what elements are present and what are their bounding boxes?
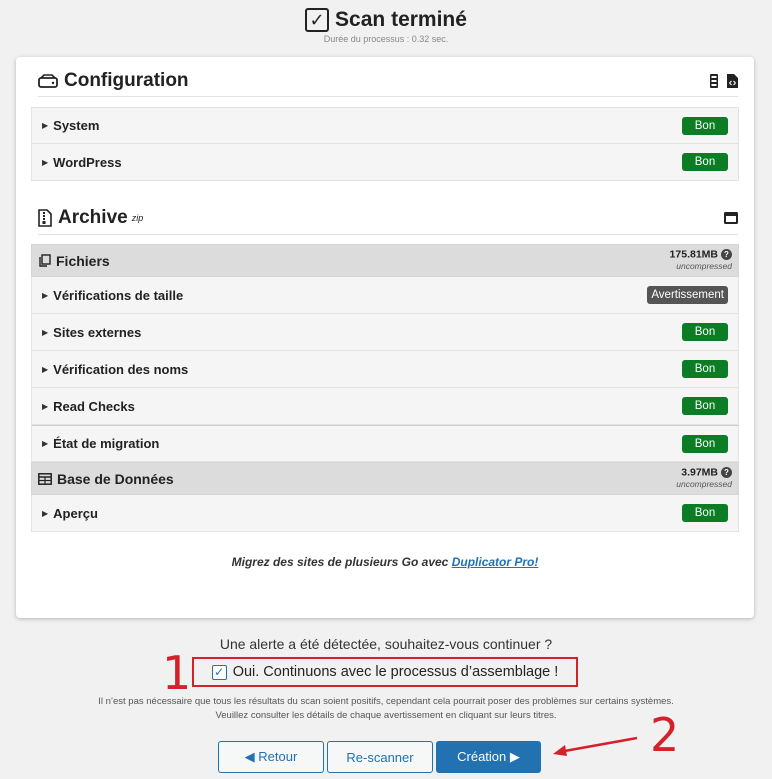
database-size-note: uncompressed bbox=[676, 478, 732, 489]
archive-rows: Fichiers 175.81MB? uncompressed ▶ Vérific… bbox=[31, 244, 739, 532]
database-title: Base de Données bbox=[57, 470, 174, 487]
caret-right-icon: ▶ bbox=[42, 290, 49, 300]
files-size-note: uncompressed bbox=[676, 260, 732, 271]
caret-right-icon: ▶ bbox=[42, 121, 49, 130]
archive-box-icon[interactable] bbox=[724, 211, 738, 224]
alert-note-line-1: Il n’est pas nécessaire que tous les rés… bbox=[98, 696, 674, 707]
annotation-number-2: 2 bbox=[650, 708, 680, 762]
archive-format: zip bbox=[131, 212, 144, 223]
caret-right-icon: ▶ bbox=[42, 508, 49, 518]
row-label: System bbox=[53, 118, 100, 133]
row-label: WordPress bbox=[53, 154, 122, 170]
promo-text: Migrez des sites de plusieurs Go avec bbox=[231, 555, 452, 569]
caret-right-icon: ▶ bbox=[42, 401, 49, 411]
caret-right-icon: ▶ bbox=[42, 364, 49, 374]
server-icon[interactable] bbox=[709, 73, 719, 88]
archive-header: Archive zip bbox=[38, 201, 738, 235]
checkbox-checked-icon[interactable]: ✓ bbox=[211, 664, 227, 680]
row-label: État de migration bbox=[53, 436, 160, 451]
status-badge: Bon bbox=[682, 116, 728, 135]
confirm-label[interactable]: Oui. Continuons avec le processus d’asse… bbox=[233, 664, 559, 680]
file-code-icon[interactable] bbox=[727, 73, 738, 88]
alert-question: Une alerte a été détectée, souhaitez-vou… bbox=[219, 636, 553, 652]
help-icon[interactable]: ? bbox=[721, 467, 732, 479]
config-row-wordpress[interactable]: ▶ WordPress Bon bbox=[31, 144, 739, 181]
configuration-header: Configuration bbox=[38, 65, 738, 97]
annotation-number-1: 1 bbox=[162, 646, 192, 700]
files-size: 175.81MB? uncompressed bbox=[670, 249, 732, 271]
rescan-button[interactable]: Re-scanner bbox=[327, 741, 433, 773]
annotation-arrow bbox=[553, 736, 638, 756]
files-row-migration-state[interactable]: ▶ État de migration Bon bbox=[31, 425, 739, 462]
scan-results-panel: Configuration ▶ System Bon ▶ WordPress Bon… bbox=[16, 57, 754, 618]
caret-right-icon: ▶ bbox=[42, 439, 49, 448]
check-square-icon: ✓ bbox=[305, 8, 330, 32]
status-badge: Bon bbox=[682, 397, 728, 415]
row-label: Vérifications de taille bbox=[53, 287, 184, 303]
files-size-value: 175.81MB bbox=[669, 248, 718, 261]
page-title: Scan terminé bbox=[335, 8, 467, 31]
promo-message: Migrez des sites de plusieurs Go avec Du… bbox=[16, 555, 754, 569]
database-subheader: Base de Données 3.97MB? uncompressed bbox=[31, 462, 739, 495]
row-label: Sites externes bbox=[53, 324, 142, 340]
create-button[interactable]: Création ▶ bbox=[436, 741, 541, 773]
config-row-system[interactable]: ▶ System Bon bbox=[31, 107, 739, 144]
status-badge: Bon bbox=[682, 323, 728, 341]
files-row-name-checks[interactable]: ▶ Vérification des noms Bon bbox=[31, 351, 739, 388]
title-row: ✓ Scan terminé bbox=[0, 8, 772, 32]
files-title: Fichiers bbox=[56, 252, 110, 269]
row-label: Read Checks bbox=[53, 398, 135, 414]
warning-badge: Avertissement bbox=[647, 286, 728, 304]
database-size: 3.97MB? uncompressed bbox=[676, 467, 732, 489]
status-badge: Bon bbox=[682, 434, 728, 453]
status-badge: Bon bbox=[682, 504, 728, 522]
status-badge: Bon bbox=[682, 360, 728, 378]
archive-title: Archive bbox=[58, 206, 128, 228]
confirm-continue[interactable]: ✓ Oui. Continuons avec le processus d’as… bbox=[192, 657, 578, 687]
copy-icon bbox=[38, 254, 51, 267]
help-icon[interactable]: ? bbox=[721, 249, 732, 261]
caret-right-icon: ▶ bbox=[42, 157, 49, 167]
hard-drive-icon bbox=[38, 73, 58, 88]
process-duration: Durée du processus : 0.32 sec. bbox=[323, 34, 449, 44]
status-badge: Bon bbox=[682, 153, 728, 171]
files-row-read-checks[interactable]: ▶ Read Checks Bon bbox=[31, 388, 739, 425]
files-row-size-checks[interactable]: ▶ Vérifications de taille Avertissement bbox=[31, 277, 739, 314]
row-label: Aperçu bbox=[53, 505, 98, 521]
row-label: Vérification des noms bbox=[53, 361, 189, 377]
configuration-title: Configuration bbox=[64, 69, 189, 91]
configuration-rows: ▶ System Bon ▶ WordPress Bon bbox=[31, 107, 739, 181]
scan-header: ✓ Scan terminé Durée du processus : 0.32… bbox=[0, 0, 772, 44]
duplicator-pro-link[interactable]: Duplicator Pro! bbox=[452, 555, 539, 569]
file-zip-icon bbox=[38, 208, 52, 227]
database-size-value: 3.97MB bbox=[681, 466, 718, 479]
back-button[interactable]: ◀ Retour bbox=[218, 741, 324, 773]
database-row-preview[interactable]: ▶ Aperçu Bon bbox=[31, 495, 739, 532]
files-row-external-sites[interactable]: ▶ Sites externes Bon bbox=[31, 314, 739, 351]
files-subheader: Fichiers 175.81MB? uncompressed bbox=[31, 244, 739, 277]
table-icon bbox=[38, 472, 52, 485]
caret-right-icon: ▶ bbox=[42, 327, 49, 337]
